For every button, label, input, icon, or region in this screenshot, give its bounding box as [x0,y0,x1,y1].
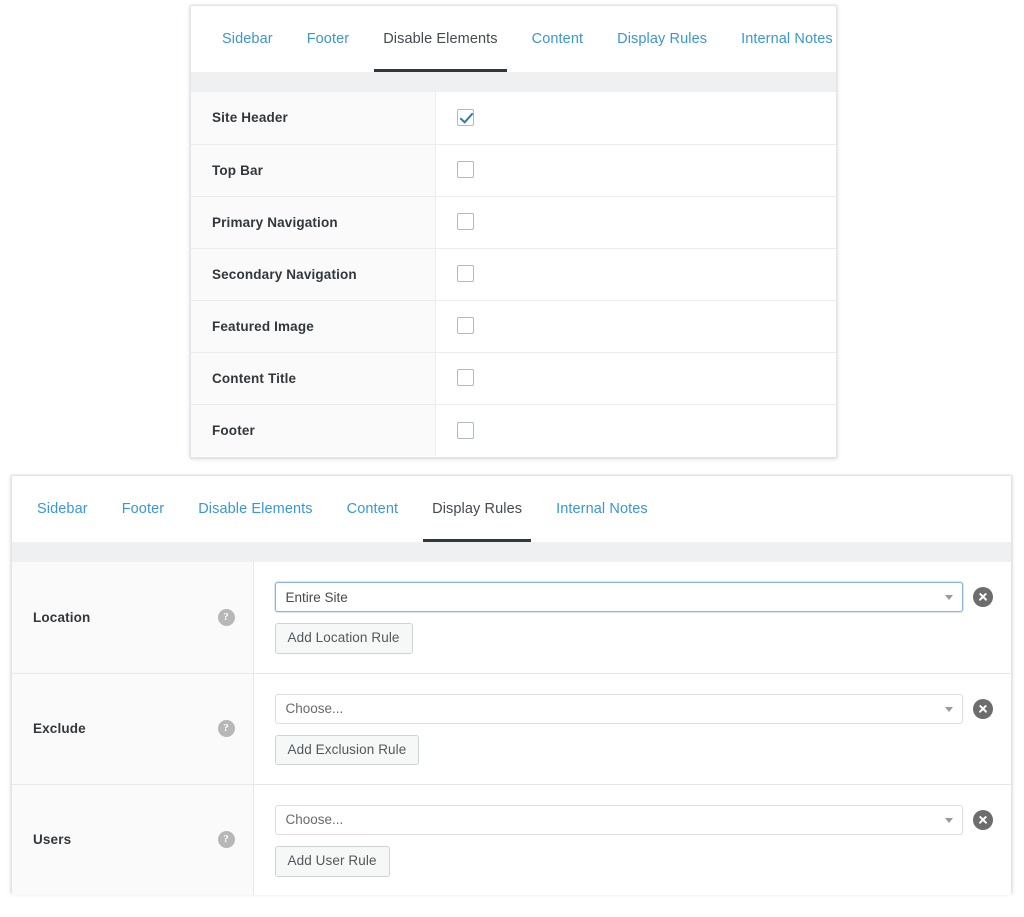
display-rules-tabbar-region: Sidebar Footer Disable Elements Content … [12,476,1011,542]
display-rules-tabbar: Sidebar Footer Disable Elements Content … [12,476,1011,542]
tab-display-rules[interactable]: Display Rules [415,476,539,542]
element-checkbox-cell [435,351,836,404]
display-rules-panel: Sidebar Footer Disable Elements Content … [11,475,1012,895]
disable-elements-table: Site Header Top Bar Primary Navigation S… [191,92,836,456]
checkbox-footer[interactable] [456,421,474,439]
help-icon[interactable]: ? [217,720,235,737]
element-checkbox-cell [435,403,836,456]
tab-footer[interactable]: Footer [290,6,367,72]
clear-user-rule-icon[interactable] [972,809,993,830]
element-checkbox-cell [435,143,836,196]
users-select[interactable]: Choose... [274,804,963,835]
exclude-field-row: Choose... [274,692,1012,724]
chevron-down-icon [944,817,953,823]
tab-sidebar[interactable]: Sidebar [20,476,105,542]
tab-display-rules[interactable]: Display Rules [600,6,724,72]
tab-internal-notes[interactable]: Internal Notes [539,476,665,542]
table-row: Exclude ? Choose... Add Exclusion Rule [12,672,1012,784]
location-select-value: Entire Site [285,589,348,605]
add-exclusion-rule-button[interactable]: Add Exclusion Rule [274,734,420,766]
checkbox-site-header[interactable] [456,109,474,127]
help-icon[interactable]: ? [217,608,235,626]
display-rules-table: Location ? Entire Site Add Location Rule… [12,562,1011,895]
table-row: Site Header [191,92,836,144]
users-field-row: Choose... [274,803,1012,835]
add-location-rule-button[interactable]: Add Location Rule [274,623,413,654]
element-label-primary-navigation: Primary Navigation [191,195,436,248]
rule-content-cell-exclude: Choose... Add Exclusion Rule [253,672,1012,784]
table-row: Users ? Choose... Add User Rule [12,783,1012,895]
element-checkbox-cell [435,195,836,248]
rule-label-exclude: Exclude [33,721,86,736]
element-label-content-title: Content Title [191,351,436,404]
location-select[interactable]: Entire Site [274,582,963,613]
element-label-footer: Footer [191,403,436,456]
tab-content[interactable]: Content [330,476,416,542]
rule-label-cell-exclude: Exclude ? [12,672,254,784]
clear-exclusion-rule-icon[interactable] [972,698,993,719]
rule-label-cell-location: Location ? [12,562,254,673]
tab-internal-notes[interactable]: Internal Notes [724,6,850,72]
element-label-featured-image: Featured Image [191,299,436,352]
tabbar-separator-strip [191,72,836,92]
clear-location-rule-icon[interactable] [972,587,993,608]
exclude-select-value: Choose... [285,701,344,717]
element-label-site-header: Site Header [191,92,436,144]
rule-content-cell-users: Choose... Add User Rule [253,783,1012,895]
tab-disable-elements[interactable]: Disable Elements [181,476,329,542]
help-icon[interactable]: ? [217,831,235,849]
chevron-down-icon [944,706,953,712]
tabbar-separator-strip [12,542,1011,562]
checkbox-secondary-navigation[interactable] [456,265,474,283]
element-label-top-bar: Top Bar [191,143,436,196]
checkbox-primary-navigation[interactable] [456,213,474,231]
chevron-down-icon [944,595,953,601]
disable-elements-panel: Sidebar Footer Disable Elements Content … [190,5,837,458]
checkbox-content-title[interactable] [456,369,474,387]
add-user-rule-button[interactable]: Add User Rule [274,845,390,877]
rule-label-users: Users [33,832,72,848]
element-checkbox-cell [435,299,836,352]
table-row: Location ? Entire Site Add Location Rule [12,562,1011,673]
checkbox-featured-image[interactable] [456,317,474,335]
rule-content-cell-location: Entire Site Add Location Rule [253,562,1011,673]
exclude-select[interactable]: Choose... [274,693,963,724]
checkbox-top-bar[interactable] [456,161,474,179]
tab-footer[interactable]: Footer [105,476,182,542]
users-select-value: Choose... [285,812,344,828]
table-row: Footer [191,403,836,456]
table-row: Featured Image [191,299,836,352]
table-row: Primary Navigation [191,195,836,248]
element-checkbox-cell [435,247,836,300]
location-field-row: Entire Site [274,580,1012,613]
disable-elements-tabbar: Sidebar Footer Disable Elements Content … [191,6,836,72]
tab-sidebar[interactable]: Sidebar [205,6,290,72]
table-row: Secondary Navigation [191,247,836,300]
rule-label-location: Location [33,609,91,625]
disable-elements-tabbar-region: Sidebar Footer Disable Elements Content … [191,6,836,72]
element-checkbox-cell [435,92,836,144]
screenshot-root: Sidebar Footer Disable Elements Content … [0,0,1024,917]
rule-label-cell-users: Users ? [12,783,254,895]
tab-disable-elements[interactable]: Disable Elements [366,6,514,72]
element-label-secondary-navigation: Secondary Navigation [191,247,436,300]
table-row: Content Title [191,351,836,404]
tab-content[interactable]: Content [515,6,601,72]
table-row: Top Bar [191,143,836,196]
